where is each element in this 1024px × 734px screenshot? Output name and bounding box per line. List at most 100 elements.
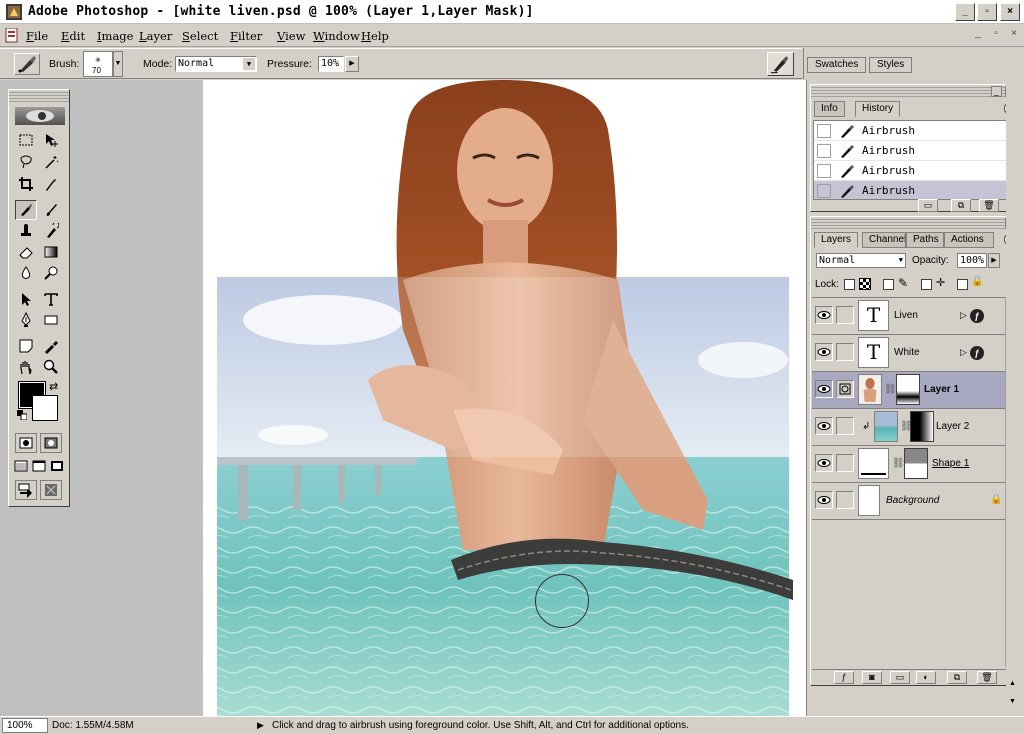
blur-tool-icon[interactable] (15, 263, 37, 283)
expand-effects-icon[interactable]: ▷ (960, 347, 967, 358)
expand-effects-icon[interactable]: ▷ (960, 310, 967, 321)
menu-filter[interactable]: Filter (230, 29, 262, 43)
history-item[interactable]: Airbrush (814, 121, 1006, 141)
mask-link-chain-icon[interactable]: ⛓ (884, 384, 897, 395)
rectangle-tool-icon[interactable] (40, 310, 62, 330)
close-button[interactable]: × (1000, 3, 1020, 21)
delete-layer-icon[interactable]: 🗑 (977, 671, 997, 684)
menu-select[interactable]: Select (182, 29, 218, 43)
opacity-slider-button[interactable]: ▶ (988, 253, 1000, 268)
layer-thumbnail[interactable] (874, 411, 898, 442)
workspace-scrollbar[interactable]: ▲ ▼ (1006, 80, 1024, 716)
brush-preset-picker[interactable]: 70 (83, 51, 113, 77)
layer-link-box[interactable] (836, 417, 854, 435)
layer-effects-icon[interactable]: ƒ (970, 346, 984, 360)
menu-layer[interactable]: Layer (139, 29, 172, 43)
zoom-tool-icon[interactable] (40, 357, 62, 377)
menu-edit[interactable]: Edit (61, 29, 85, 43)
history-palette-titlebar[interactable] (811, 85, 1019, 99)
layer-link-box[interactable] (836, 306, 854, 324)
layer-thumbnail[interactable] (858, 485, 880, 516)
new-snapshot-icon[interactable]: ⧉ (951, 199, 971, 212)
quick-mask-mode-icon[interactable] (40, 433, 62, 453)
tab-channels[interactable]: Channels (862, 232, 906, 248)
history-snapshot-checkbox[interactable] (817, 164, 831, 178)
jump-to-imageready-icon[interactable] (15, 480, 37, 500)
scroll-up-icon[interactable]: ▲ (1009, 680, 1016, 687)
layer-thumbnail[interactable] (858, 374, 882, 405)
lock-image-checkbox[interactable] (883, 279, 894, 290)
mode-select[interactable]: Normal ▼ (175, 56, 257, 72)
document-canvas[interactable] (203, 80, 806, 716)
pressure-slider-button[interactable]: ▶ (345, 56, 359, 72)
visibility-eye-icon[interactable] (815, 491, 833, 509)
layer-row-white[interactable]: T White ▷ ƒ (812, 335, 1005, 372)
move-tool-icon[interactable] (40, 130, 62, 150)
layer-mask-thumbnail[interactable] (896, 374, 920, 405)
tab-history[interactable]: History (855, 101, 901, 117)
lock-position-checkbox[interactable] (921, 279, 932, 290)
new-layer-icon[interactable]: ⧉ (947, 671, 967, 684)
tab-paths[interactable]: Paths (906, 232, 944, 248)
history-snapshot-checkbox[interactable] (817, 124, 831, 138)
eyedropper-tool-icon[interactable] (40, 336, 62, 356)
menu-file[interactable]: File (26, 29, 48, 43)
eraser-tool-icon[interactable] (15, 242, 37, 262)
full-screen-mode-icon[interactable] (48, 456, 66, 476)
new-adjustment-layer-icon[interactable]: ◐ (916, 671, 936, 684)
layer-link-box[interactable] (836, 454, 854, 472)
notes-tool-icon[interactable] (15, 336, 37, 356)
imageready-logo-icon[interactable] (40, 480, 62, 500)
new-layer-set-icon[interactable]: ▭ (890, 671, 910, 684)
visibility-eye-icon[interactable] (815, 306, 833, 324)
add-layer-mask-icon[interactable]: ◙ (862, 671, 882, 684)
vector-mask-thumbnail[interactable] (904, 448, 928, 479)
blend-mode-select[interactable]: Normal ▼ (816, 253, 906, 268)
dodge-tool-icon[interactable] (40, 263, 62, 283)
lasso-tool-icon[interactable] (15, 152, 37, 172)
opacity-input[interactable]: 100% (957, 253, 987, 268)
layer-link-box[interactable] (836, 491, 854, 509)
tab-info[interactable]: Info (814, 101, 845, 117)
delete-state-icon[interactable]: 🗑 (979, 199, 999, 212)
new-document-from-state-icon[interactable]: ▭ (918, 199, 938, 212)
standard-mode-icon[interactable] (15, 433, 37, 453)
history-brush-tool-icon[interactable] (40, 221, 62, 241)
doc-restore-button[interactable]: ▫ (988, 28, 1004, 42)
menu-help[interactable]: Help (361, 29, 389, 43)
airbrush-tool-icon[interactable] (15, 200, 37, 220)
layer-row-background[interactable]: Background 🔒 (812, 483, 1005, 520)
adobe-banner[interactable] (15, 107, 65, 125)
tool-preset-picker[interactable] (14, 53, 40, 75)
visibility-eye-icon[interactable] (815, 417, 833, 435)
lock-all-checkbox[interactable] (957, 279, 968, 290)
layer-effects-icon[interactable]: ƒ (970, 309, 984, 323)
layer-link-box[interactable] (836, 343, 854, 361)
layer-mask-thumbnail[interactable] (910, 411, 934, 442)
brush-dynamics-button[interactable] (767, 52, 794, 76)
scroll-down-icon[interactable]: ▼ (1009, 698, 1016, 705)
slice-tool-icon[interactable] (40, 174, 62, 194)
palette-minimize-button[interactable]: _ (991, 86, 1002, 97)
swap-colors-icon[interactable]: ⇄ (49, 380, 58, 393)
mask-link-chain-icon[interactable]: ⛓ (892, 458, 905, 469)
history-snapshot-checkbox[interactable] (817, 184, 831, 198)
default-colors-icon[interactable] (17, 410, 28, 421)
document-size[interactable]: Doc: 1.55M/4.58M (52, 720, 134, 731)
zoom-level-input[interactable]: 100% (2, 718, 48, 733)
path-selection-tool-icon[interactable] (15, 289, 37, 309)
minimize-button[interactable]: _ (955, 3, 975, 21)
pen-tool-icon[interactable] (15, 310, 37, 330)
photoshop-app-icon[interactable] (6, 4, 22, 20)
layer-row-shape-1[interactable]: ⛓ Shape 1 (812, 446, 1005, 483)
tab-layers[interactable]: Layers (814, 232, 859, 248)
standard-screen-mode-icon[interactable] (12, 456, 30, 476)
hand-tool-icon[interactable] (15, 357, 37, 377)
layer-row-layer-2[interactable]: ↲ ⛓ Layer 2 (812, 409, 1005, 446)
fill-layer-thumbnail[interactable] (858, 448, 889, 479)
paintbrush-tool-icon[interactable] (40, 200, 62, 220)
pressure-input[interactable]: 10% (318, 56, 344, 72)
full-screen-menu-mode-icon[interactable] (30, 456, 48, 476)
toolbox-titlebar[interactable] (9, 90, 69, 102)
clone-stamp-tool-icon[interactable] (15, 221, 37, 241)
